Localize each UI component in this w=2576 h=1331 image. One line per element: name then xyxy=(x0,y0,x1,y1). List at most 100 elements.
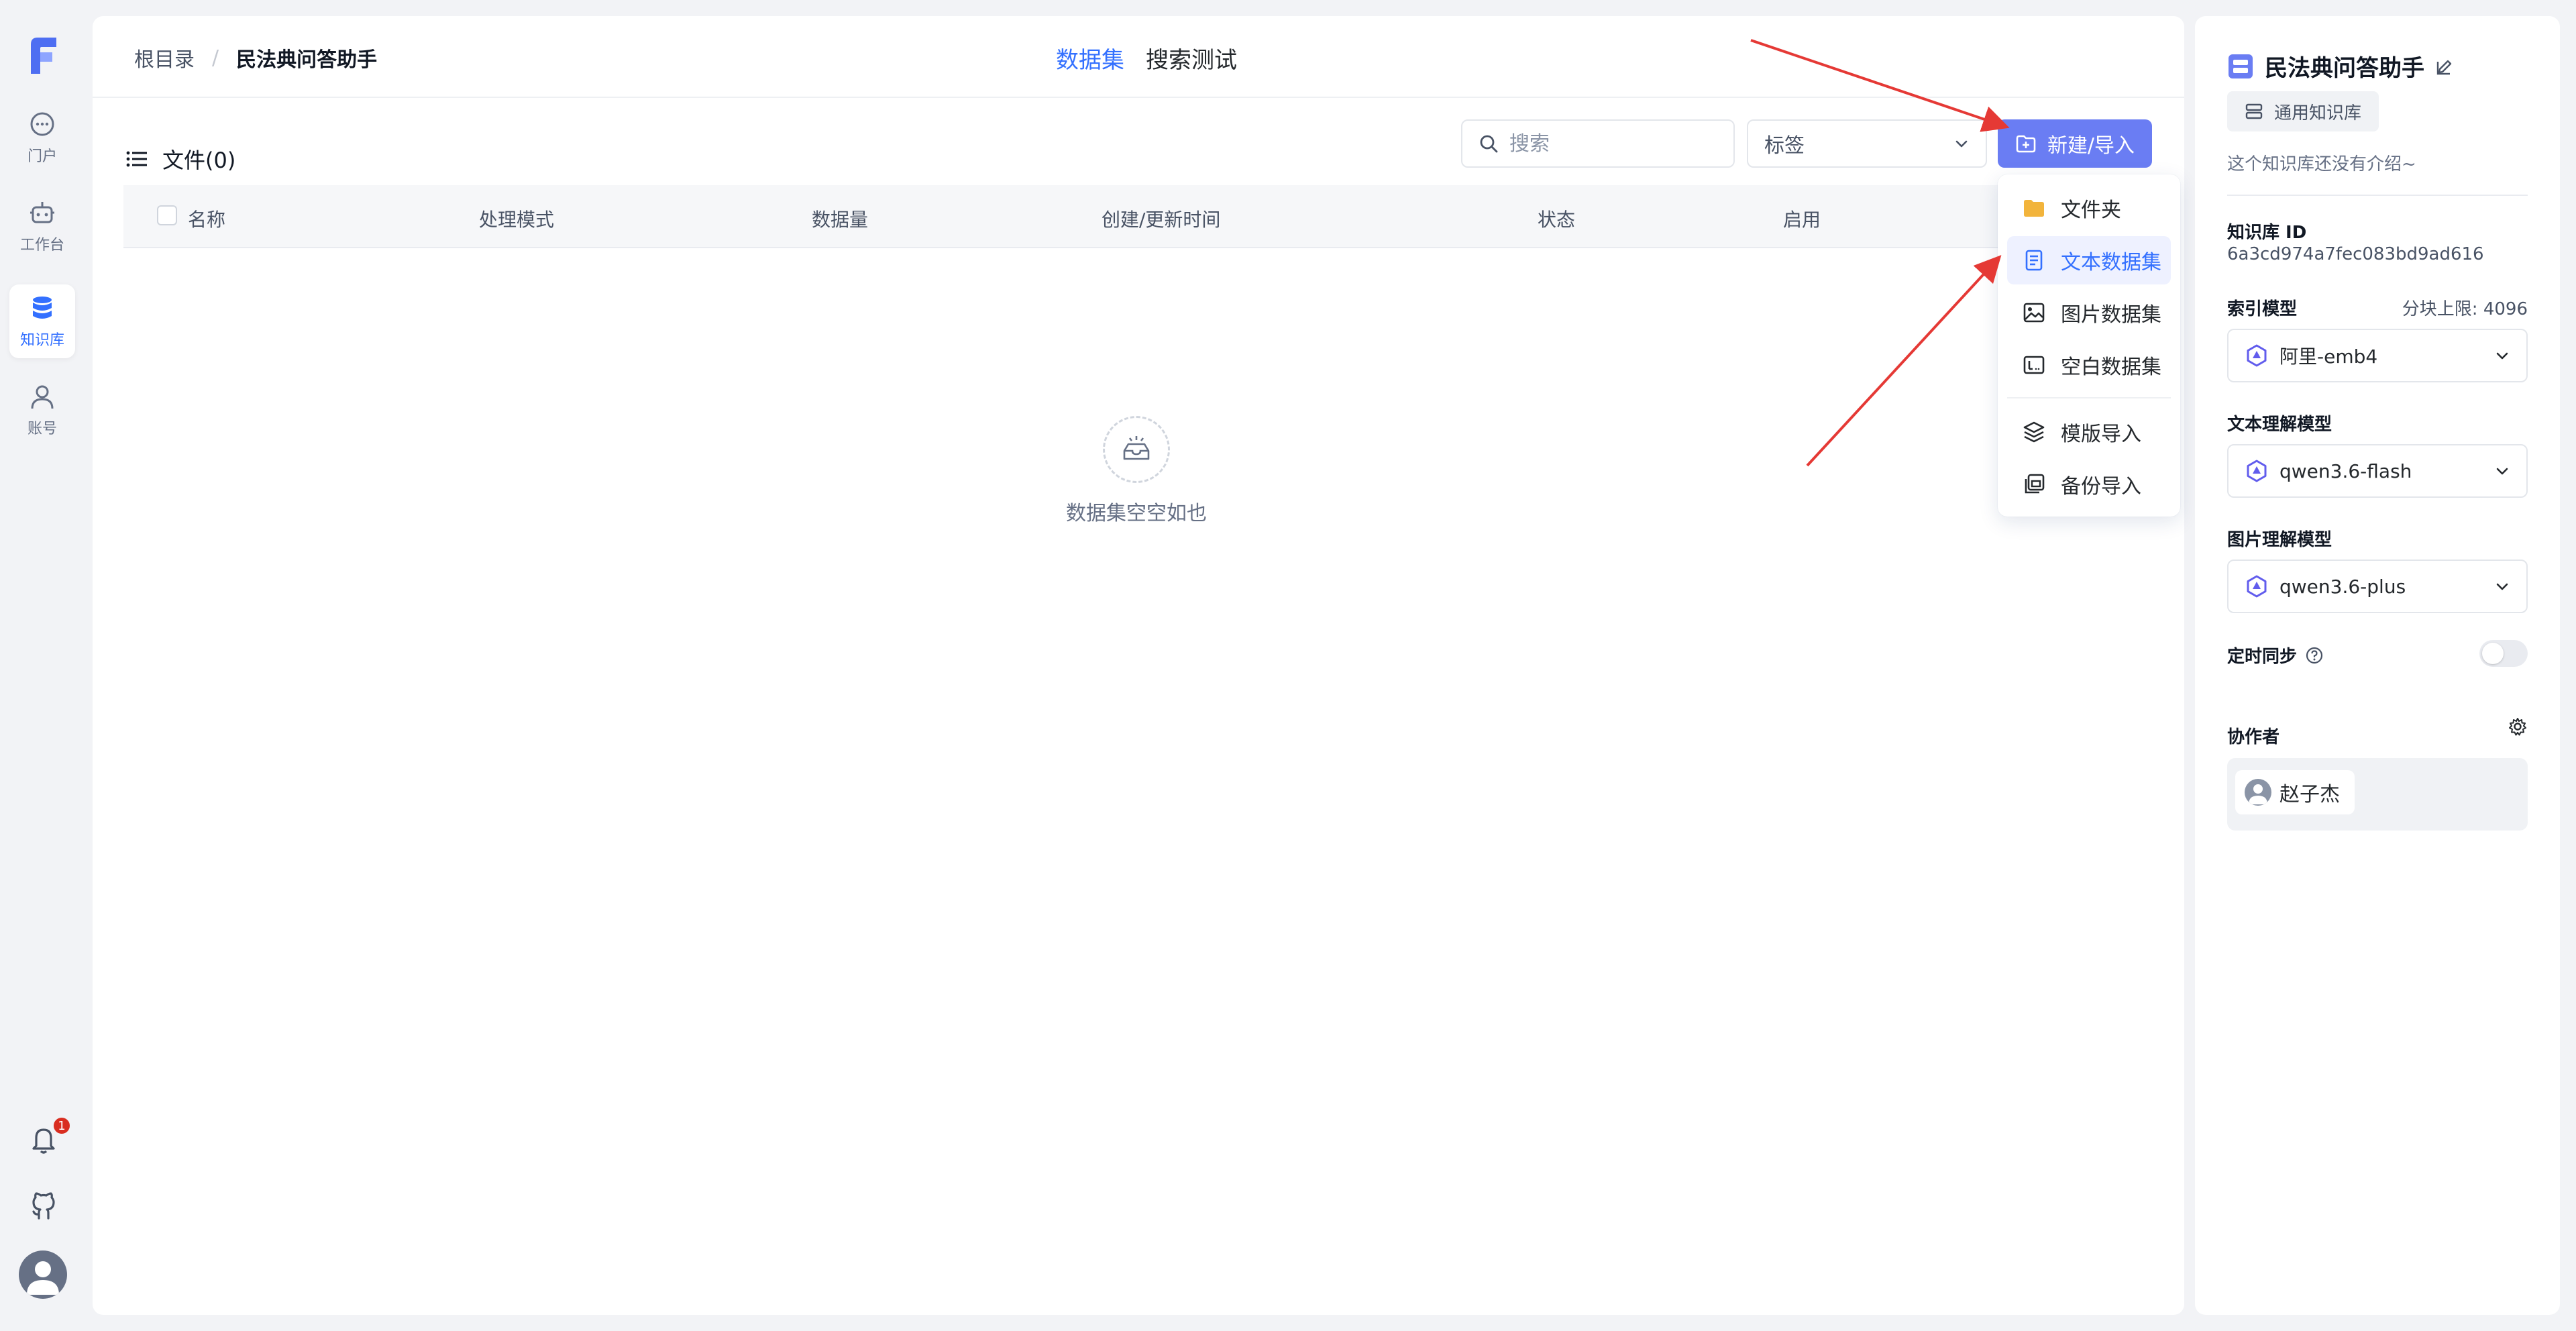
text-model-value: qwen3.6-flash xyxy=(2279,460,2412,482)
menu-item-label: 图片数据集 xyxy=(2061,303,2161,327)
tab-datasets[interactable]: 数据集 xyxy=(1056,42,1124,74)
menu-item-text-dataset[interactable]: 文本数据集 xyxy=(2007,236,2171,284)
text-doc-icon xyxy=(2022,248,2046,272)
blank-dataset-icon xyxy=(2022,353,2046,377)
menu-item-label: 备份导入 xyxy=(2061,475,2141,498)
menu-item-label: 模版导入 xyxy=(2061,423,2141,446)
side-nav: 门户 工作台 知识库 账号 1 xyxy=(0,0,86,1331)
chevron-down-icon xyxy=(1953,136,1970,152)
info-title-row: 民法典问答助手 xyxy=(2227,50,2455,83)
empty-text: 数据集空空如也 xyxy=(1066,502,1207,525)
gear-icon[interactable] xyxy=(2508,716,2528,737)
list-icon xyxy=(125,147,149,171)
nav-item-account[interactable]: 账号 xyxy=(9,373,75,447)
column-name: 名称 xyxy=(188,209,226,231)
menu-item-blank-dataset[interactable]: 空白数据集 xyxy=(2007,341,2171,389)
image-icon xyxy=(2022,301,2046,325)
edit-icon[interactable] xyxy=(2435,56,2455,76)
collaborators-label: 协作者 xyxy=(2227,727,2280,747)
empty-state: 数据集空空如也 xyxy=(1042,416,1230,526)
breadcrumb-separator: / xyxy=(212,46,219,70)
collaborator-chip[interactable]: 赵子杰 xyxy=(2235,770,2355,814)
info-panel: 民法典问答助手 通用知识库 这个知识库还没有介绍~ 知识库 ID 6a3cd97… xyxy=(2195,16,2560,1315)
user-icon xyxy=(28,382,57,411)
folder-icon xyxy=(2022,196,2046,220)
new-import-menu: 文件夹 文本数据集 图片数据集 空白数据集 模版导入 备份导入 xyxy=(1998,174,2180,517)
chevron-down-icon xyxy=(2494,578,2510,594)
backup-icon xyxy=(2022,472,2046,496)
new-import-button[interactable]: 新建/导入 xyxy=(1998,119,2152,168)
select-all-checkbox[interactable] xyxy=(157,205,177,225)
tag-select-value: 标签 xyxy=(1764,134,1805,158)
column-enabled: 启用 xyxy=(1783,209,1821,231)
column-data-count: 数据量 xyxy=(812,209,869,231)
menu-item-backup-import[interactable]: 备份导入 xyxy=(2007,460,2171,509)
menu-item-template-import[interactable]: 模版导入 xyxy=(2007,408,2171,456)
collaborator-avatar xyxy=(2245,779,2271,806)
collaborators-box: 赵子杰 xyxy=(2227,758,2528,831)
menu-item-label: 文件夹 xyxy=(2061,199,2121,222)
collaborator-name: 赵子杰 xyxy=(2279,783,2340,806)
scheduled-sync-label: 定时同步 xyxy=(2227,647,2298,667)
menu-item-folder[interactable]: 文件夹 xyxy=(2007,184,2171,232)
toggle-knob xyxy=(2482,643,2504,664)
dataset-id-label: 知识库 ID xyxy=(2227,223,2307,243)
dataset-type-badge: 通用知识库 xyxy=(2227,91,2379,131)
dataset-icon xyxy=(2227,53,2254,80)
column-status: 状态 xyxy=(1538,209,1576,231)
qwen-logo-icon xyxy=(2245,343,2269,368)
column-updated-time: 创建/更新时间 xyxy=(1102,209,1221,231)
divider xyxy=(2227,195,2528,196)
chat-icon xyxy=(28,109,57,139)
folder-add-icon xyxy=(2015,133,2037,154)
menu-divider xyxy=(2007,397,2171,398)
top-bar: 根目录 / 民法典问答助手 数据集 搜索测试 xyxy=(93,16,2184,98)
user-avatar[interactable] xyxy=(19,1250,67,1299)
tab-search-test[interactable]: 搜索测试 xyxy=(1146,42,1237,74)
scheduled-sync-toggle[interactable] xyxy=(2479,640,2528,667)
menu-item-image-dataset[interactable]: 图片数据集 xyxy=(2007,288,2171,337)
breadcrumb: 根目录 / 民法典问答助手 xyxy=(134,43,377,72)
index-model-label: 索引模型 xyxy=(2227,299,2298,319)
nav-label: 知识库 xyxy=(19,332,64,349)
github-icon[interactable] xyxy=(27,1190,60,1224)
main-panel: 根目录 / 民法典问答助手 数据集 搜索测试 文件(0) 标签 新建/导入 xyxy=(93,16,2184,1315)
dataset-type-label: 通用知识库 xyxy=(2274,103,2362,123)
nav-label: 门户 xyxy=(27,148,57,165)
new-import-label: 新建/导入 xyxy=(2047,134,2135,158)
image-model-select[interactable]: qwen3.6-plus xyxy=(2227,560,2528,613)
chevron-down-icon xyxy=(2494,463,2510,479)
image-model-value: qwen3.6-plus xyxy=(2279,575,2406,598)
index-model-select[interactable]: 阿里-emb4 xyxy=(2227,329,2528,382)
files-header: 文件(0) xyxy=(125,144,235,174)
dataset-id-value: 6a3cd974a7fec083bd9ad616 xyxy=(2227,244,2484,264)
nav-item-portal[interactable]: 门户 xyxy=(9,101,75,174)
nav-label: 工作台 xyxy=(19,237,64,254)
info-title: 民法典问答助手 xyxy=(2265,55,2424,82)
nav-item-workbench[interactable]: 工作台 xyxy=(9,189,75,263)
app-logo[interactable] xyxy=(27,35,60,76)
layers-icon xyxy=(2022,420,2046,444)
search-box[interactable] xyxy=(1461,119,1735,168)
breadcrumb-root[interactable]: 根目录 xyxy=(134,43,195,72)
nav-item-knowledge-base[interactable]: 知识库 xyxy=(9,284,75,358)
chevron-down-icon xyxy=(2494,348,2510,364)
help-icon[interactable] xyxy=(2305,646,2324,665)
notification-badge: 1 xyxy=(52,1116,71,1135)
column-mode: 处理模式 xyxy=(479,209,555,231)
database-icon xyxy=(28,293,57,323)
search-input[interactable] xyxy=(1509,131,1711,156)
breadcrumb-current: 民法典问答助手 xyxy=(236,48,378,72)
table-header: 名称 处理模式 数据量 创建/更新时间 状态 启用 xyxy=(123,185,2152,248)
empty-box-icon xyxy=(1103,416,1170,483)
index-model-value: 阿里-emb4 xyxy=(2279,345,2378,368)
menu-item-label: 空白数据集 xyxy=(2061,356,2161,379)
search-icon xyxy=(1479,134,1499,154)
text-model-select[interactable]: qwen3.6-flash xyxy=(2227,444,2528,498)
image-model-label: 图片理解模型 xyxy=(2227,530,2332,550)
server-icon xyxy=(2245,102,2263,121)
tab-bar: 数据集 搜索测试 xyxy=(1056,42,1237,74)
tag-select[interactable]: 标签 xyxy=(1747,119,1987,168)
menu-item-label: 文本数据集 xyxy=(2061,251,2161,274)
nav-label: 账号 xyxy=(27,421,57,437)
